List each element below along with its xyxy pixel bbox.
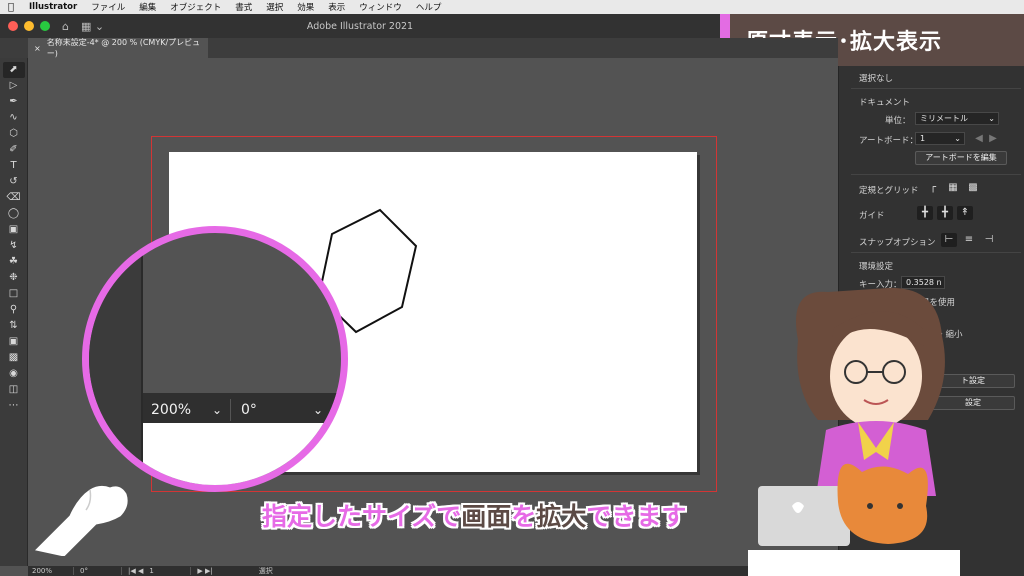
chevron-down-icon: ⌄ [211,403,222,417]
status-tool-text: 選択 [258,567,273,575]
menu-file[interactable]: ファイル [84,1,132,13]
magnified-toolbar [89,233,143,485]
menu-window[interactable]: ウィンドウ [352,1,409,13]
screen-mode-icon[interactable]: ◫ [3,382,25,398]
workspace-layout-icon[interactable]: ▦ ⌄ [81,20,104,33]
snap-options-label: スナップオプション [859,238,936,248]
magnified-artboard [143,423,341,485]
paintbrush-tool-icon[interactable]: ✐ [3,142,25,158]
direct-selection-tool-icon[interactable]: ▷ [3,78,25,94]
next-artboard-icon[interactable]: ▶ [985,132,1001,146]
magnified-zoom-field: 200% ⌄ [151,399,231,421]
snap-pixel-icon[interactable]: ≡ [961,233,977,247]
artboard-label: アートボード： [859,136,918,146]
more-tools-icon[interactable]: ⋯ [3,398,25,414]
draw-mode-icon[interactable]: ◉ [3,366,25,382]
chevron-down-icon: ⌄ [988,114,995,123]
app-title: Adobe Illustrator 2021 [306,20,414,32]
smart-guides-icon[interactable]: ↟ [957,206,973,220]
curvature-tool-icon[interactable]: ∿ [3,110,25,126]
apple-menu-icon[interactable]:  [0,2,22,13]
snap-glyph-icon[interactable]: ⊣ [981,233,997,247]
artboard-value: 1 [920,134,926,143]
fill-stroke-swatch-icon[interactable]: ▣ [3,334,25,350]
edit-artboard-button[interactable]: アートボードを編集 [915,151,1007,165]
panel-divider [851,252,1021,253]
artboard-select[interactable]: 1 ⌄ [915,132,965,145]
mascot-illustration [748,287,960,576]
document-tab[interactable]: × 名称未設定-4* @ 200 % (CMYK/プレビュー) [28,38,208,58]
show-guides-icon[interactable]: ╋ [917,206,933,220]
menu-app-name[interactable]: Illustrator [22,2,84,12]
subtitle-part-3: を [511,502,537,531]
selection-tool-icon[interactable]: ⬈ [2,62,25,78]
status-rotation-value[interactable]: 0° [80,567,122,575]
preferences-heading: 環境設定 [859,262,894,272]
subtitle-part-1: 指定したサイズで [262,502,462,531]
type-tool-icon[interactable]: T [3,158,25,174]
panel-divider [851,174,1021,175]
chevron-down-icon: ⌄ [954,134,961,143]
menu-object[interactable]: オブジェクト [163,1,228,13]
menu-effect[interactable]: 効果 [290,1,321,13]
panel-divider [851,88,1021,89]
polygon-tool-icon[interactable]: ⬡ [3,126,25,142]
tools-panel: ⬈ ▷ ✒ ∿ ⬡ ✐ T ↺ ⌫ ◯ ▣ ↯ ☘ ❉ □ ⚲ ⇅ ▣ ▩ ◉ … [0,58,28,566]
status-bar: 200% 0° |◀ ◀ 1 ▶ ▶| 選択 [28,566,838,576]
rulers-grids-label: 定規とグリッド [859,186,919,196]
menu-select[interactable]: 選択 [259,1,290,13]
magnified-zoom-value: 200% [151,402,192,418]
status-zoom-value[interactable]: 200% [32,567,74,575]
zoom-window-button[interactable] [40,21,50,31]
units-label: 単位： [885,116,911,126]
menu-type[interactable]: 書式 [228,1,259,13]
lock-guides-icon[interactable]: ╋ [937,206,953,220]
transparency-grid-icon[interactable]: ▩ [965,181,981,195]
zoom-tool-icon[interactable]: ⚲ [3,302,25,318]
selection-status: 選択なし [859,74,894,84]
zoom-magnifier-callout: 200% ⌄ 0° ⌄ [82,226,348,492]
magnified-rotation-value: 0° [241,402,257,418]
ruler-icon[interactable]: ┌ [925,181,941,195]
document-tab-bar: × 名称未設定-4* @ 200 % (CMYK/プレビュー) [0,38,838,58]
close-tab-icon[interactable]: × [34,44,41,53]
document-tab-label: 名称未設定-4* @ 200 % (CMYK/プレビュー) [46,38,201,58]
eraser-tool-icon[interactable]: ⌫ [3,190,25,206]
pen-tool-icon[interactable]: ✒ [3,94,25,110]
magnified-rotation-field: 0° ⌄ [241,399,331,421]
close-window-button[interactable] [8,21,18,31]
color-mode-icon[interactable]: ▩ [3,350,25,366]
menu-view[interactable]: 表示 [321,1,352,13]
menu-edit[interactable]: 編集 [132,1,163,13]
grid-icon[interactable]: ▦ [945,181,961,195]
window-title-bar: ⌂ ▦ ⌄ Adobe Illustrator 2021 [0,14,720,38]
shape-builder-tool-icon[interactable]: ◯ [3,206,25,222]
minimize-window-button[interactable] [24,21,34,31]
gradient-tool-icon[interactable]: ▣ [3,222,25,238]
artboard-nav-icon[interactable]: |◀ ◀ [128,567,143,575]
subtitle-part-2: 画面 [461,502,512,531]
subtitle-caption: 指定したサイズで画面を拡大できます [262,497,686,533]
window-controls [8,21,50,31]
units-select[interactable]: ミリメートル ⌄ [915,112,999,125]
snap-point-icon[interactable]: ⊢ [941,233,957,247]
chevron-down-icon: ⌄ [312,403,323,417]
subtitle-part-5: できます [586,502,687,531]
swap-fill-stroke-icon[interactable]: ⇅ [3,318,25,334]
document-heading: ドキュメント [859,98,911,108]
status-artboard-value[interactable]: 1 [149,567,192,575]
eyedropper-tool-icon[interactable]: ↯ [3,238,25,254]
subtitle-part-4: 拡大 [536,502,587,531]
symbol-sprayer-tool-icon[interactable]: ❉ [3,270,25,286]
units-value: ミリメートル [920,114,968,123]
pointing-hand-icon [34,485,128,556]
artboard-tool-icon[interactable]: □ [3,286,25,302]
rotate-tool-icon[interactable]: ↺ [3,174,25,190]
artboard-next-icon[interactable]: ▶ ▶| [197,567,212,575]
menu-help[interactable]: ヘルプ [409,1,449,13]
menu-bar:  Illustrator ファイル 編集 オブジェクト 書式 選択 効果 表示… [0,0,1024,14]
guides-label: ガイド [859,211,885,221]
home-icon[interactable]: ⌂ [62,20,69,33]
puppet-warp-tool-icon[interactable]: ☘ [3,254,25,270]
